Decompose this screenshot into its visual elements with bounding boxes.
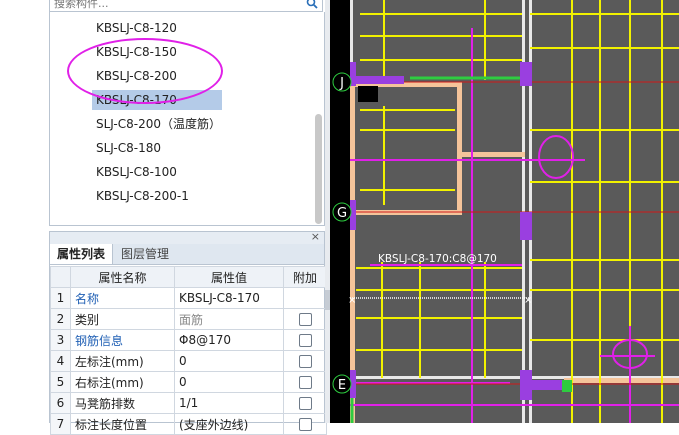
table-row[interactable]: 5 右标注(mm) 0 bbox=[50, 371, 327, 393]
panel-title-bar: × bbox=[50, 230, 324, 244]
green-block bbox=[562, 380, 572, 392]
extra-cell bbox=[283, 308, 327, 330]
tree-scrollbar-thumb[interactable] bbox=[315, 114, 322, 224]
extra-cell bbox=[283, 371, 327, 393]
beam-line bbox=[457, 82, 462, 215]
drawing-canvas[interactable]: J G E KBSLJ-C8-170:C8@170 × × bbox=[330, 0, 679, 423]
search-icon[interactable] bbox=[306, 0, 318, 9]
tree-item[interactable]: KBSLJ-C8-120 bbox=[92, 18, 181, 38]
row-number: 4 bbox=[50, 350, 71, 372]
row-number: 2 bbox=[50, 308, 71, 330]
table-row[interactable]: 7 标注长度位置 (支座外边线) bbox=[50, 413, 327, 435]
extra-checkbox[interactable] bbox=[298, 418, 312, 431]
property-name: 标注长度位置 bbox=[70, 413, 175, 435]
table-row[interactable]: 1 名称 KBSLJ-C8-170 bbox=[50, 287, 327, 309]
property-value[interactable]: 0 bbox=[174, 350, 284, 372]
property-table: 属性名称 属性值 附加 1 名称 KBSLJ-C8-170 2 类别 面筋 3 … bbox=[50, 266, 327, 435]
tree-item-selected[interactable]: KBSLJ-C8-170 bbox=[92, 90, 222, 110]
extra-cell bbox=[283, 350, 327, 372]
tree-item[interactable]: KBSLJ-C8-200 bbox=[92, 66, 181, 86]
property-name[interactable]: 钢筋信息 bbox=[70, 329, 175, 351]
column-header: 属性值 bbox=[174, 266, 284, 288]
row-number: 5 bbox=[50, 371, 71, 393]
property-name: 类别 bbox=[70, 308, 175, 330]
tab-layers[interactable]: 图层管理 bbox=[114, 244, 176, 264]
tree-item[interactable]: KBSLJ-C8-150 bbox=[92, 42, 181, 62]
extra-checkbox[interactable] bbox=[298, 313, 312, 326]
tree-item[interactable]: KBSLJ-C8-100 bbox=[92, 162, 181, 182]
rebar-label[interactable]: KBSLJ-C8-170:C8@170 bbox=[378, 253, 497, 265]
row-number: 7 bbox=[50, 413, 71, 435]
axis-bubble-j[interactable]: J bbox=[332, 72, 352, 92]
table-row[interactable]: 3 钢筋信息 Φ8@170 bbox=[50, 329, 327, 351]
extra-checkbox[interactable] bbox=[298, 376, 312, 389]
drawing-svg[interactable]: J G E KBSLJ-C8-170:C8@170 × × bbox=[330, 0, 679, 423]
table-row[interactable]: 4 左标注(mm) 0 bbox=[50, 350, 327, 372]
axis-label: G bbox=[337, 206, 347, 221]
column-header: 附加 bbox=[283, 266, 327, 288]
search-box[interactable] bbox=[49, 0, 323, 12]
property-name: 马凳筋排数 bbox=[70, 392, 175, 414]
property-value[interactable]: 面筋 bbox=[174, 308, 284, 330]
table-row[interactable]: 2 类别 面筋 bbox=[50, 308, 327, 330]
axis-label: E bbox=[338, 378, 346, 393]
column-header: 属性名称 bbox=[70, 266, 175, 288]
extra-checkbox[interactable] bbox=[298, 334, 312, 347]
row-number: 6 bbox=[50, 392, 71, 414]
beam-line bbox=[460, 152, 525, 157]
column-void bbox=[358, 86, 378, 102]
close-icon[interactable]: × bbox=[311, 230, 320, 243]
component-tree: KBSLJ-C8-120 KBSLJ-C8-150 KBSLJ-C8-200 K… bbox=[49, 12, 325, 226]
property-name: 右标注(mm) bbox=[70, 371, 175, 393]
table-header-row: 属性名称 属性值 附加 bbox=[50, 266, 327, 288]
property-value[interactable]: KBSLJ-C8-170 bbox=[174, 287, 284, 309]
table-row[interactable]: 6 马凳筋排数 1/1 bbox=[50, 392, 327, 414]
extra-checkbox[interactable] bbox=[298, 355, 312, 368]
extra-checkbox[interactable] bbox=[298, 397, 312, 410]
row-number: 3 bbox=[50, 329, 71, 351]
extra-cell bbox=[283, 413, 327, 435]
tab-properties[interactable]: 属性列表 bbox=[50, 244, 114, 264]
tree-item[interactable]: SLJ-C8-180 bbox=[92, 138, 165, 158]
tree-item[interactable]: SLJ-C8-200（温度筋） bbox=[92, 114, 225, 134]
axis-label: J bbox=[339, 76, 344, 91]
left-panel: KBSLJ-C8-120 KBSLJ-C8-150 KBSLJ-C8-200 K… bbox=[0, 0, 330, 435]
property-value[interactable]: (支座外边线) bbox=[174, 413, 284, 435]
property-value[interactable]: 0 bbox=[174, 371, 284, 393]
column-header bbox=[50, 266, 71, 288]
panel-tabs: 属性列表 图层管理 bbox=[50, 244, 324, 265]
rebar-end-marker: × bbox=[348, 295, 356, 306]
search-input[interactable] bbox=[54, 0, 294, 11]
property-value[interactable]: 1/1 bbox=[174, 392, 284, 414]
tree-item[interactable]: KBSLJ-C8-200-1 bbox=[92, 186, 193, 206]
axis-bubble-e[interactable]: E bbox=[332, 374, 352, 394]
row-number: 1 bbox=[50, 287, 71, 309]
property-panel: × 属性列表 图层管理 属性名称 属性值 附加 1 名称 KBSLJ-C8-17… bbox=[49, 230, 327, 435]
axis-bubble-g[interactable]: G bbox=[332, 202, 352, 222]
extra-cell bbox=[283, 392, 327, 414]
extra-cell bbox=[283, 329, 327, 351]
property-name: 左标注(mm) bbox=[70, 350, 175, 372]
property-value[interactable]: Φ8@170 bbox=[174, 329, 284, 351]
extra-cell bbox=[283, 287, 327, 309]
rebar-end-marker: × bbox=[524, 295, 532, 306]
property-name[interactable]: 名称 bbox=[70, 287, 175, 309]
